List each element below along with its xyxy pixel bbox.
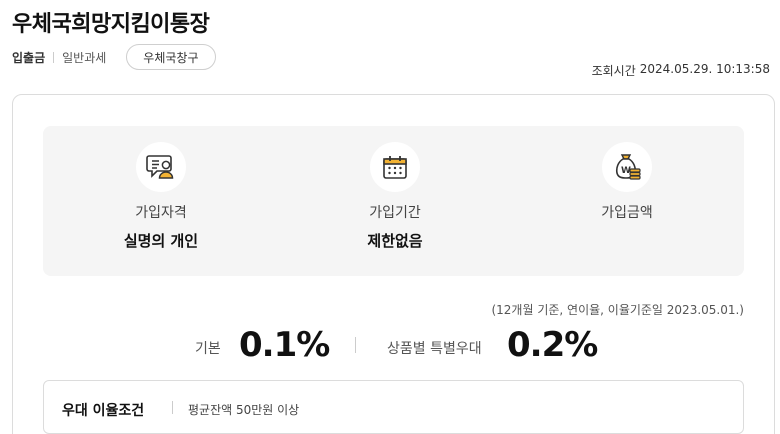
tax-type: 일반과세 <box>62 50 107 65</box>
condition-divider <box>172 401 173 414</box>
inquiry-time-label: 조회시간 <box>591 64 636 78</box>
interest-rates: 기본 0.1% 상품별 특별우대 0.2% <box>13 325 774 365</box>
join-period-value: 제한없음 <box>367 232 423 250</box>
join-amount: W 가입금액 <box>537 126 717 276</box>
base-rate-value: 0.1% <box>239 325 330 365</box>
product-type: 입출금 <box>12 50 46 65</box>
inquiry-time-value: 2024.05.29. 10:13:58 <box>639 62 770 76</box>
inquiry-time: 조회시간 2024.05.29. 10:13:58 <box>592 62 770 79</box>
calendar-icon <box>370 142 420 192</box>
special-rate-label: 상품별 특별우대 <box>387 341 482 357</box>
join-eligibility-label: 가입자격 <box>135 205 187 221</box>
join-eligibility-value: 실명의 개인 <box>123 232 199 250</box>
channel-button[interactable]: 우체국창구 <box>126 44 216 70</box>
base-rate-label: 기본 <box>195 341 221 357</box>
join-info-box: 가입자격 실명의 개인 가입기간 제한없음 W 가입금액 <box>43 126 744 276</box>
join-amount-label: 가입금액 <box>601 205 653 221</box>
preferential-condition-box: 우대 이율조건 평균잔액 50만원 이상 <box>43 380 744 434</box>
money-bag-coins-icon: W <box>602 142 652 192</box>
product-detail-card: 가입자격 실명의 개인 가입기간 제한없음 W 가입금액 (12개월 기준, 연… <box>12 94 775 434</box>
product-title: 우체국희망지킴이통장 <box>12 12 210 37</box>
special-rate-value: 0.2% <box>507 325 598 365</box>
join-period-label: 가입기간 <box>369 205 421 221</box>
product-meta: 입출금 일반과세 우체국창구 <box>12 44 216 70</box>
preferential-condition-text: 평균잔액 50만원 이상 <box>188 403 300 417</box>
meta-divider <box>53 51 55 63</box>
id-card-person-icon <box>136 142 186 192</box>
rate-basis-note: (12개월 기준, 연이율, 이율기준일 2023.05.01.) <box>491 303 744 317</box>
join-period: 가입기간 제한없음 <box>305 126 485 276</box>
preferential-condition-title: 우대 이율조건 <box>62 403 145 419</box>
rate-divider <box>355 337 356 353</box>
join-eligibility: 가입자격 실명의 개인 <box>71 126 251 276</box>
